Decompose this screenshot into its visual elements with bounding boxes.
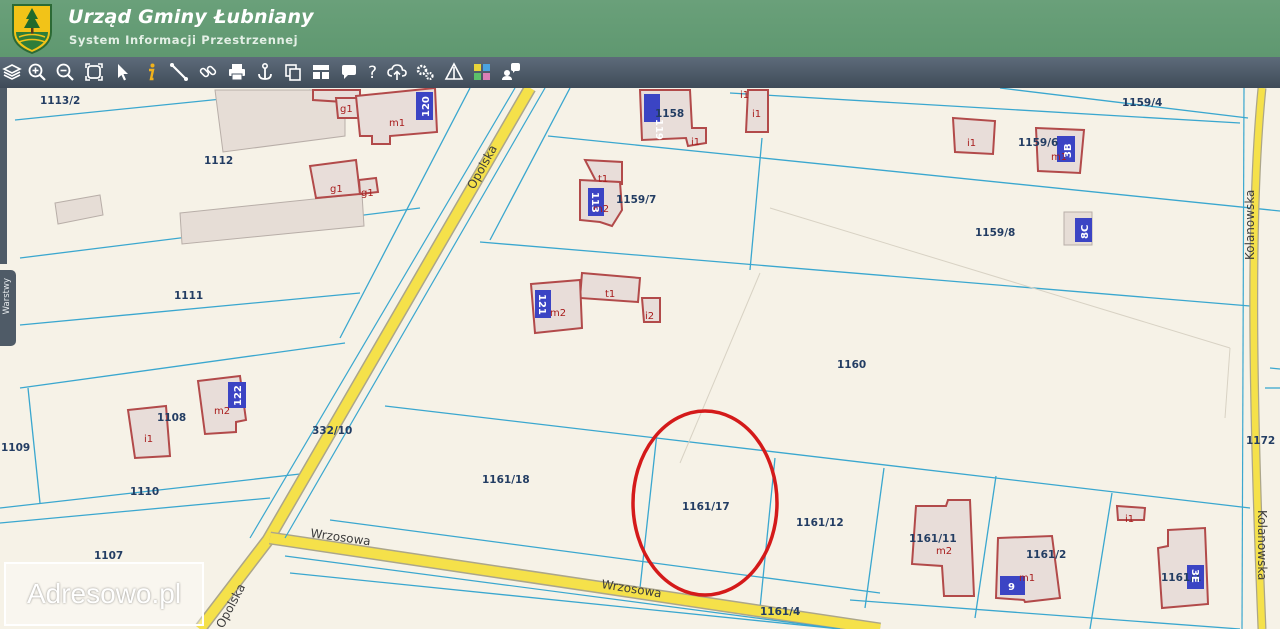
house-number: 113: [589, 192, 600, 213]
info-icon[interactable]: [139, 60, 163, 84]
measure-distance-icon[interactable]: [167, 60, 191, 84]
house-number: 8C: [1080, 225, 1091, 239]
plot-label: 1160: [837, 359, 866, 371]
full-extent-icon[interactable]: [82, 60, 106, 84]
map-view[interactable]: 1113/2 1112 1111 1108 1109 1110 1107 332…: [0, 88, 1280, 629]
house-number: 9: [1008, 582, 1015, 593]
plot-label: 1159/4: [1122, 97, 1162, 109]
house-number: 120: [421, 96, 432, 117]
building-label: i1: [144, 434, 153, 445]
zoom-slider[interactable]: [0, 88, 7, 264]
plot-label: 1159/8: [975, 227, 1015, 239]
house-number: 3E: [1189, 569, 1200, 583]
house-number: 122: [233, 385, 244, 406]
building-label: t1: [598, 174, 608, 185]
plot-label: 1112: [204, 155, 233, 167]
plot-label: 1161/2: [1026, 549, 1066, 561]
house-number: 3B: [1063, 143, 1074, 158]
anchor-icon[interactable]: [253, 60, 277, 84]
plot-label: 1161/11: [909, 533, 957, 545]
watermark: Adresowo.pl: [4, 562, 204, 626]
map-canvas[interactable]: 1113/2 1112 1111 1108 1109 1110 1107 332…: [0, 88, 1280, 629]
plot-label: 1159/7: [616, 194, 656, 206]
plot-label: 1110: [130, 486, 159, 498]
building-label: i1: [740, 90, 749, 101]
zoom-in-icon[interactable]: [25, 60, 49, 84]
users-icon[interactable]: [499, 60, 523, 84]
cloud-upload-icon[interactable]: [385, 60, 409, 84]
app-title: Urząd Gminy Łubniany: [68, 6, 314, 28]
plot-label: 1172: [1246, 435, 1275, 447]
copy-icon[interactable]: [281, 60, 305, 84]
map-toolbar: ?: [0, 57, 1280, 89]
plot-label: 1161/17: [682, 501, 730, 513]
building-label: m1: [1019, 573, 1035, 584]
plot-label: 1159/6: [1018, 137, 1058, 149]
plot-label: 1111: [174, 290, 203, 302]
house-number: 121: [536, 294, 547, 315]
building-label: i1: [752, 109, 761, 120]
layers-icon[interactable]: [0, 60, 24, 84]
help-icon[interactable]: ?: [361, 60, 385, 84]
comment-icon[interactable]: [337, 60, 361, 84]
house-number: 119: [653, 119, 664, 140]
layers-panel-tab[interactable]: Warstwy: [0, 270, 16, 346]
color-palette-icon[interactable]: [470, 60, 494, 84]
plot-label: 1107: [94, 550, 123, 562]
building-label: i1: [967, 138, 976, 149]
building-label: g1: [340, 104, 353, 115]
settings-icon[interactable]: [413, 60, 437, 84]
street-label: Kolanowska: [1255, 510, 1269, 580]
building-label: m2: [214, 406, 230, 417]
zoom-out-icon[interactable]: [53, 60, 77, 84]
plot-label: 332/10: [312, 425, 352, 437]
app-header: Urząd Gminy Łubniany System Informacji P…: [0, 0, 1280, 59]
building-label: i1: [1125, 514, 1134, 525]
building-label: i1: [691, 137, 700, 148]
link-icon[interactable]: [196, 60, 220, 84]
building-label: i2: [645, 311, 654, 322]
street-label: Kolanowska: [1243, 190, 1257, 260]
building-label: g1: [361, 188, 374, 199]
building-label: m2: [550, 308, 566, 319]
plot-label: 1161/4: [760, 606, 800, 618]
plot-label: 1161/12: [796, 517, 844, 529]
plot-label: 1108: [157, 412, 186, 424]
print-icon[interactable]: [225, 60, 249, 84]
layout-icon[interactable]: [309, 60, 333, 84]
select-arrow-icon[interactable]: [111, 60, 135, 84]
coat-of-arms-icon: [12, 4, 52, 54]
app-subtitle: System Informacji Przestrzennej: [69, 33, 299, 47]
building-label: m2: [936, 546, 952, 557]
warning-icon[interactable]: [442, 60, 466, 84]
layers-panel-label: Warstwy: [2, 278, 12, 315]
plot-label: 1161/18: [482, 474, 530, 486]
svg-text:?: ?: [368, 63, 377, 82]
building-label: g1: [330, 184, 343, 195]
building-label: t1: [605, 289, 615, 300]
building-label: m1: [389, 118, 405, 129]
plot-label: 1113/2: [40, 95, 80, 107]
plot-label: 1109: [1, 442, 30, 454]
